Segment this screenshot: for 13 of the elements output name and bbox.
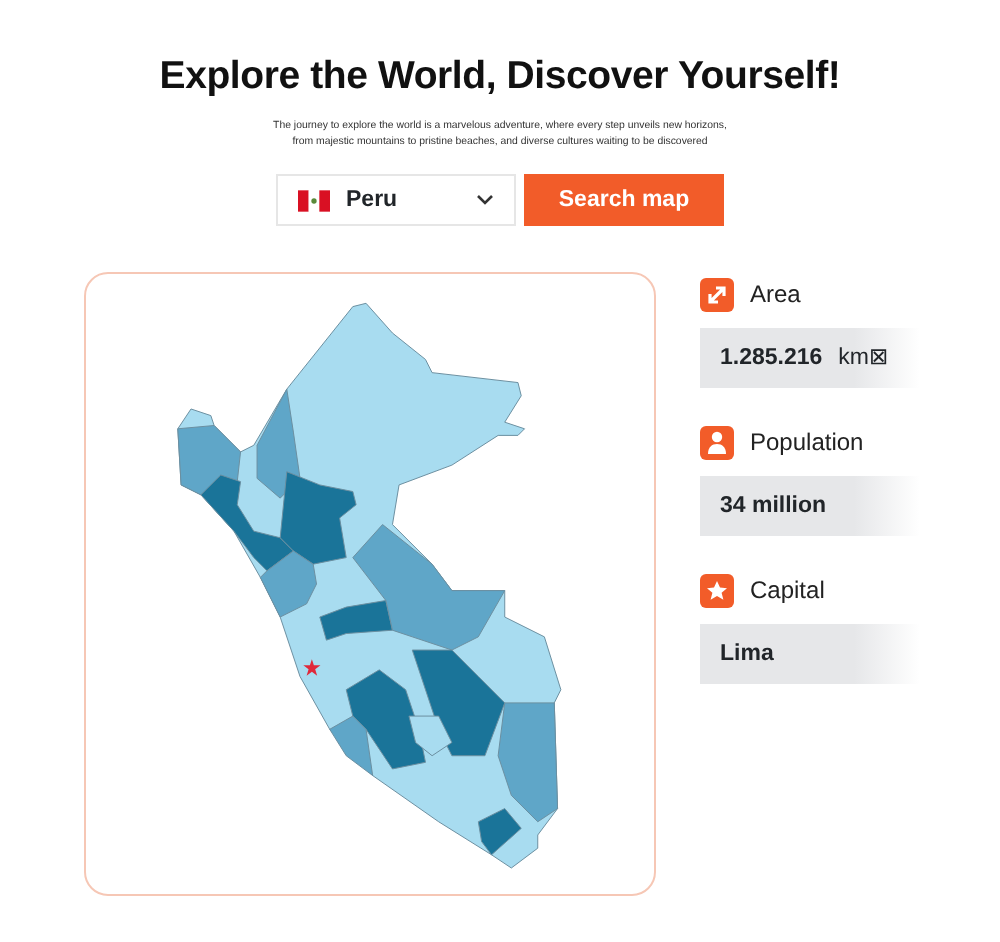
- person-icon: [700, 425, 734, 460]
- fact-label: Population: [750, 426, 864, 461]
- fact-value: 1.285.216: [720, 343, 823, 374]
- capital-star-icon: [303, 659, 321, 677]
- fact-value: 34 million: [720, 491, 827, 522]
- fact-label: Capital: [750, 574, 825, 609]
- fact-value: Lima: [720, 639, 774, 670]
- chevron-down-icon: [476, 194, 494, 207]
- flag-icon: [298, 189, 330, 212]
- page-title: Explore the World, Discover Yourself!: [157, 52, 843, 102]
- unit-label: km⊠: [838, 343, 890, 374]
- fact-label: Area: [750, 278, 801, 313]
- country-select[interactable]: Peru: [276, 174, 516, 227]
